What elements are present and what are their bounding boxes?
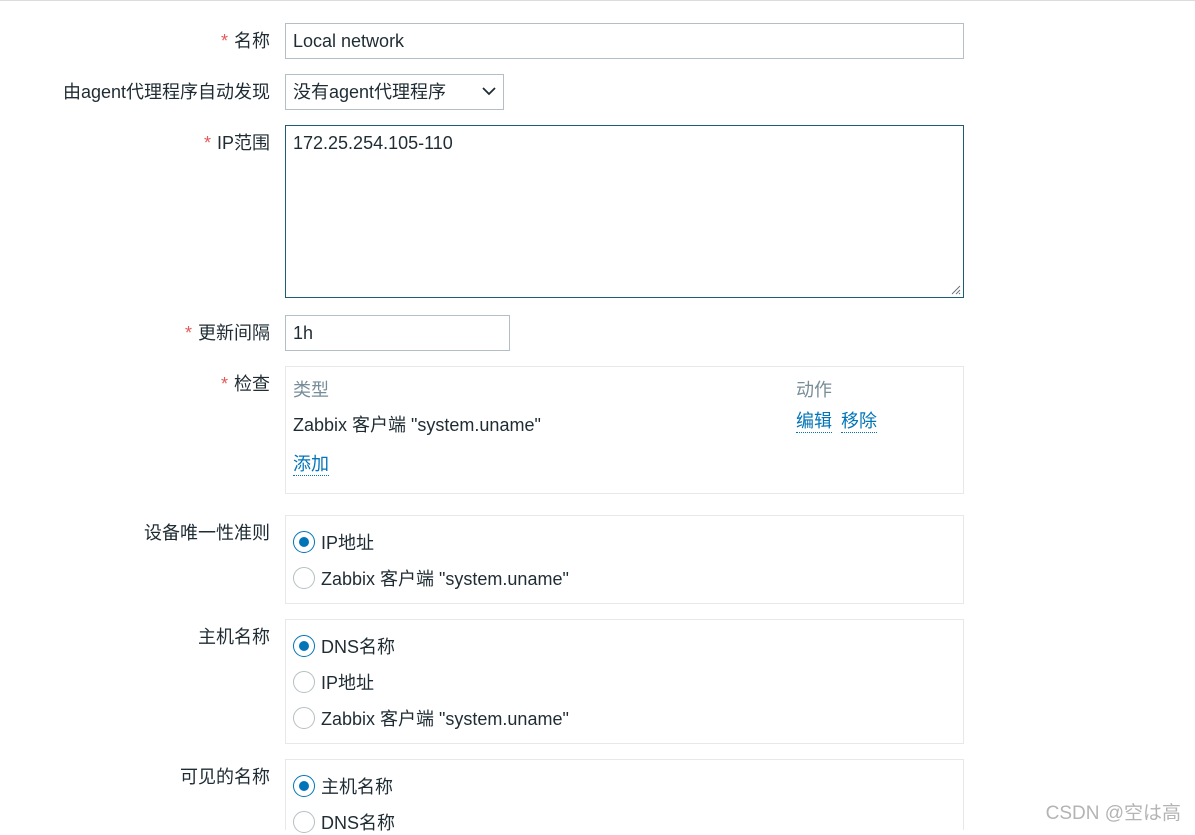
visible-name-option-dns[interactable]: DNS名称 [293,810,395,834]
proxy-select-value: 没有agent代理程序 [293,82,447,102]
update-interval-input[interactable]: 1h [285,315,510,351]
host-name-option-dns-label: DNS名称 [321,637,396,657]
radio-unselected-icon[interactable] [293,567,315,589]
host-name-radio-group: DNS名称 IP地址 Zabbix 客户端 "system.uname" [285,619,964,744]
checks-column-type: 类型 [293,380,329,400]
host-name-label: 主机名称 [198,627,270,647]
name-label: * 名称 [221,29,270,53]
resize-handle-icon[interactable] [951,285,961,295]
uniqueness-option-ip[interactable]: IP地址 [293,530,374,554]
uniqueness-option-ip-label: IP地址 [321,533,375,553]
name-label-text: 名称 [234,31,270,51]
host-name-option-dns[interactable]: DNS名称 [293,634,395,658]
host-name-option-ip[interactable]: IP地址 [293,670,374,694]
uniqueness-option-agent-label: Zabbix 客户端 "system.uname" [321,569,569,589]
remove-check-link[interactable]: 移除 [841,410,877,433]
visible-name-option-host[interactable]: 主机名称 [293,774,393,798]
visible-name-option-dns-label: DNS名称 [321,813,396,833]
checks-label: * 检查 [221,372,270,396]
ip-range-value: 172.25.254.105-110 [293,133,453,153]
host-name-option-agent[interactable]: Zabbix 客户端 "system.uname" [293,706,569,730]
required-marker: * [203,133,211,153]
check-row-type: Zabbix 客户端 "system.uname" [293,415,541,435]
watermark: CSDN @空は高 [1045,803,1181,824]
update-interval-value: 1h [293,323,314,343]
update-interval-label-text: 更新间隔 [198,323,270,343]
edit-check-link[interactable]: 编辑 [796,410,832,433]
add-check-link[interactable]: 添加 [293,453,329,476]
radio-selected-icon[interactable] [293,775,315,797]
proxy-select[interactable]: 没有agent代理程序 [285,74,504,110]
required-marker: * [184,323,192,343]
required-marker: * [220,374,228,394]
update-interval-label: * 更新间隔 [185,321,270,345]
name-input[interactable]: Local network [285,23,964,59]
visible-name-radio-group: 主机名称 DNS名称 [285,759,964,833]
visible-name-option-host-label: 主机名称 [321,777,393,797]
radio-unselected-icon[interactable] [293,671,315,693]
host-name-option-agent-label: Zabbix 客户端 "system.uname" [321,709,569,729]
top-divider [0,0,1195,1]
ip-range-textarea[interactable]: 172.25.254.105-110 [285,125,964,298]
visible-name-label: 可见的名称 [180,767,270,787]
radio-selected-icon[interactable] [293,635,315,657]
discovery-by-proxy-label: 由agent代理程序自动发现 [62,82,270,102]
checks-label-text: 检查 [234,374,270,394]
required-marker: * [220,31,228,51]
name-input-value: Local network [293,31,405,51]
checks-column-action: 动作 [796,380,832,400]
radio-unselected-icon[interactable] [293,707,315,729]
uniqueness-label: 设备唯一性准则 [144,523,270,543]
uniqueness-option-agent[interactable]: Zabbix 客户端 "system.uname" [293,566,569,590]
checks-table: 类型 动作 Zabbix 客户端 "system.uname" 编辑 移除 添加 [285,366,964,494]
uniqueness-radio-group: IP地址 Zabbix 客户端 "system.uname" [285,515,964,604]
host-name-option-ip-label: IP地址 [321,673,375,693]
chevron-down-icon [482,87,496,96]
radio-selected-icon[interactable] [293,531,315,553]
ip-range-label: * IP范围 [204,131,270,155]
ip-range-label-text: IP范围 [216,133,270,153]
